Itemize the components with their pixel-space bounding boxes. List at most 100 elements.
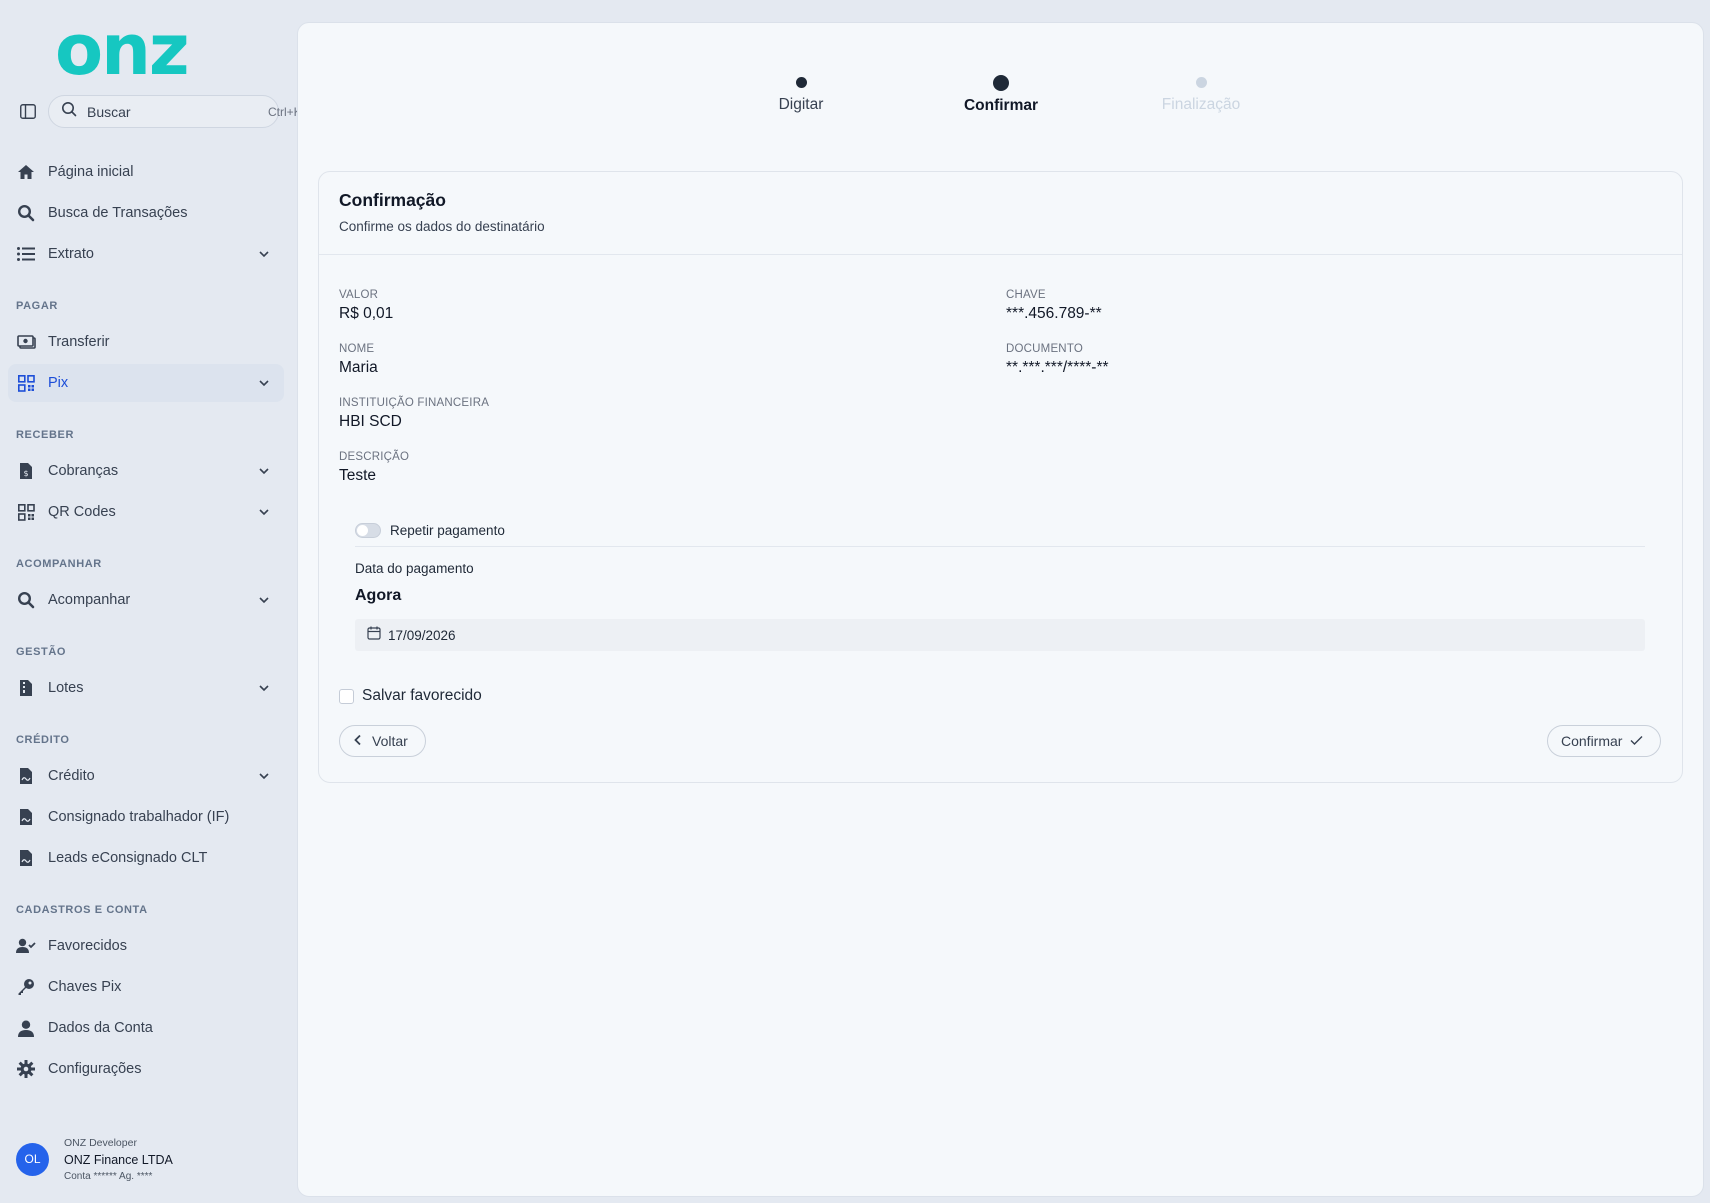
sidebar-item-favorites[interactable]: Favorecidos: [8, 927, 284, 965]
sidebar-item-home[interactable]: Página inicial: [8, 153, 284, 191]
chevron-down-icon: [256, 463, 272, 479]
sidebar-item-batches[interactable]: Lotes: [8, 669, 284, 707]
back-button[interactable]: Voltar: [339, 725, 426, 757]
search-input[interactable]: [87, 103, 268, 120]
step-digitar: Digitar: [721, 77, 881, 114]
sidebar-item-account-data[interactable]: Dados da Conta: [8, 1009, 284, 1047]
stepper: Digitar Confirmar Finalização: [298, 23, 1703, 143]
sidebar-item-transaction-search[interactable]: Busca de Transações: [8, 194, 284, 232]
sidebar-item-label: Extrato: [48, 246, 94, 262]
card-title: Confirmação: [339, 190, 446, 210]
user-profile[interactable]: OL ONZ Developer ONZ Finance LTDA Conta …: [16, 1134, 286, 1184]
back-button-label: Voltar: [372, 733, 408, 749]
field-value: HBI SCD: [339, 413, 402, 430]
file-signature-icon: [16, 766, 36, 786]
calendar-icon: [367, 626, 381, 645]
sidebar-toggle-icon[interactable]: [18, 102, 38, 120]
sidebar-item-statement[interactable]: Extrato: [8, 235, 284, 273]
confirm-button-label: Confirmar: [1561, 733, 1623, 749]
chevron-left-icon: [352, 733, 364, 749]
sidebar-item-transfer[interactable]: Transferir: [8, 323, 284, 361]
chevron-down-icon: [256, 375, 272, 391]
payment-date-value: 17/09/2026: [388, 627, 456, 643]
field-chave: CHAVE ***.456.789-**: [1006, 289, 1102, 323]
sidebar-item-label: Busca de Transações: [48, 205, 188, 221]
search-icon: [61, 101, 77, 122]
field-documento: DOCUMENTO **.***.***/****-**: [1006, 343, 1109, 377]
section-gestao: GESTÃO: [16, 646, 67, 658]
field-value: R$ 0,01: [339, 305, 394, 322]
field-value: **.***.***/****-**: [1006, 359, 1109, 376]
sidebar-item-label: Cobranças: [48, 463, 119, 479]
sidebar-item-label: Transferir: [48, 334, 110, 350]
confirm-button[interactable]: Confirmar: [1547, 725, 1661, 757]
step-finalizacao: Finalização: [1121, 77, 1281, 114]
confirmation-card: Confirmação Confirme os dados do destina…: [318, 171, 1683, 783]
main-panel: Digitar Confirmar Finalização Confirmaçã…: [297, 22, 1704, 1197]
repeat-payment-label: Repetir pagamento: [390, 523, 505, 538]
field-value: ***.456.789-**: [1006, 305, 1102, 322]
save-favorite-checkbox[interactable]: [339, 688, 354, 704]
payment-date-field[interactable]: 17/09/2026: [355, 619, 1645, 651]
sidebar-item-label: Leads eConsignado CLT: [48, 850, 208, 866]
search-box[interactable]: Ctrl+K: [48, 95, 302, 128]
payment-date-option: Agora: [355, 587, 402, 604]
field-value: Maria: [339, 359, 378, 376]
gear-icon: [16, 1059, 36, 1079]
sidebar-item-label: Consignado trabalhador (IF): [48, 809, 230, 825]
sidebar-item-label: Configurações: [48, 1061, 142, 1077]
list-icon: [16, 244, 36, 264]
payment-date-label: Data do pagamento: [355, 561, 474, 576]
sidebar-item-track[interactable]: Acompanhar: [8, 581, 284, 619]
chevron-down-icon: [256, 768, 272, 784]
file-zipper-icon: [16, 678, 36, 698]
chevron-down-icon: [256, 504, 272, 520]
repeat-payment-toggle[interactable]: [355, 523, 381, 538]
field-label: CHAVE: [1006, 289, 1046, 301]
user-developer: ONZ Developer: [64, 1136, 137, 1149]
field-label: NOME: [339, 343, 375, 355]
field-label: DOCUMENTO: [1006, 343, 1083, 355]
section-acompanhar: ACOMPANHAR: [16, 558, 102, 570]
field-nome: NOME Maria: [339, 343, 378, 377]
svg-text:$: $: [23, 469, 28, 478]
chevron-down-icon: [256, 680, 272, 696]
sidebar-item-pix-keys[interactable]: Chaves Pix: [8, 968, 284, 1006]
sidebar-item-charges[interactable]: $ Cobranças: [8, 452, 284, 490]
sidebar-item-label: Crédito: [48, 768, 95, 784]
card-header: Confirmação Confirme os dados do destina…: [319, 172, 1682, 255]
user-company: ONZ Finance LTDA: [64, 1152, 173, 1167]
field-descricao: DESCRIÇÃO Teste: [339, 451, 409, 485]
user-account: Conta ****** Ag. ****: [64, 1170, 153, 1182]
qr-code-icon: [16, 502, 36, 522]
chevron-down-icon: [256, 592, 272, 608]
sidebar-item-settings[interactable]: Configurações: [8, 1050, 284, 1088]
sidebar-item-label: Dados da Conta: [48, 1020, 153, 1036]
step-dot: [993, 75, 1009, 91]
section-pagar: PAGAR: [16, 300, 58, 312]
sidebar-item-label: Pix: [48, 375, 69, 391]
field-instituicao: INSTITUIÇÃO FINANCEIRA HBI SCD: [339, 397, 489, 431]
search-icon: [16, 590, 36, 610]
sidebar-item-label: Favorecidos: [48, 938, 127, 954]
file-signature-icon: [16, 848, 36, 868]
sidebar-item-credit[interactable]: Crédito: [8, 757, 284, 795]
search-icon: [16, 203, 36, 223]
step-label: Confirmar: [963, 97, 1039, 114]
sidebar-item-pix[interactable]: Pix: [8, 364, 284, 402]
sidebar-item-label: Chaves Pix: [48, 979, 122, 995]
section-credito: CRÉDITO: [16, 734, 70, 746]
sidebar-item-leads[interactable]: Leads eConsignado CLT: [8, 839, 284, 877]
onz-logo[interactable]: onz: [55, 15, 235, 85]
user-icon: [16, 1018, 36, 1038]
step-confirmar: Confirmar: [921, 75, 1081, 115]
sidebar-item-label: Página inicial: [48, 164, 134, 180]
chevron-down-icon: [256, 246, 272, 262]
card-subtitle: Confirme os dados do destinatário: [339, 219, 545, 234]
field-valor: VALOR R$ 0,01: [339, 289, 393, 323]
sidebar-item-qr-codes[interactable]: QR Codes: [8, 493, 284, 531]
field-label: INSTITUIÇÃO FINANCEIRA: [339, 397, 490, 409]
step-label: Digitar: [778, 96, 824, 113]
sidebar-item-payroll-loan[interactable]: Consignado trabalhador (IF): [8, 798, 284, 836]
save-favorite-label: Salvar favorecido: [362, 687, 482, 704]
